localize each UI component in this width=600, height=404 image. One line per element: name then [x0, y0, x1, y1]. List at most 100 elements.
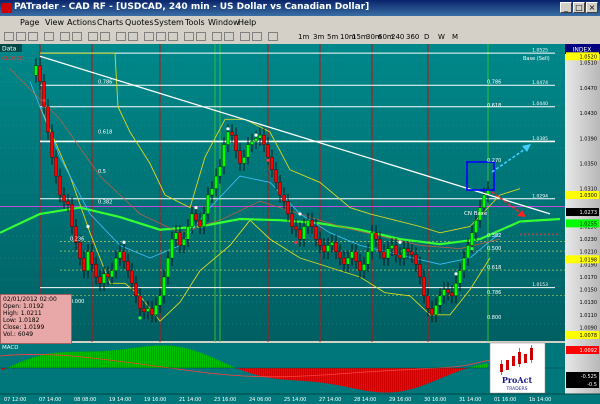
candle-body [442, 289, 446, 297]
macd-bar [398, 368, 400, 392]
order-icon[interactable] [240, 32, 250, 41]
bar-chart-icon[interactable] [144, 32, 154, 41]
macd-bar [454, 368, 456, 373]
macd-bar [90, 351, 92, 368]
account-icon[interactable] [252, 32, 262, 41]
macd-bar [136, 347, 138, 368]
candle-body [50, 131, 54, 158]
open-icon[interactable] [16, 32, 26, 41]
macd-bar [344, 368, 346, 387]
menu-page[interactable]: Page [20, 18, 39, 27]
macd-bar [164, 345, 166, 368]
new-chart-icon[interactable] [4, 32, 14, 41]
macd-bar [196, 351, 198, 368]
macd-bar [24, 360, 26, 368]
candle-body [106, 273, 110, 278]
maximize-button[interactable]: □ [573, 2, 585, 13]
macd-bar [26, 359, 28, 368]
timeframe-360[interactable]: 360 [406, 33, 419, 41]
timeframe-weekly[interactable]: W [438, 33, 445, 41]
fib-left-label: 0.000 [70, 299, 84, 305]
macd-bar [412, 368, 414, 389]
menu-window[interactable]: Window [208, 18, 240, 27]
price-axis-tick: 1.0090 [580, 325, 598, 331]
save-icon[interactable] [28, 32, 38, 41]
macd-bar [354, 368, 356, 389]
menu-view[interactable]: View [45, 18, 64, 27]
macd-bar [180, 347, 182, 368]
zoom-in-icon[interactable] [116, 32, 126, 41]
macd-bar [258, 368, 260, 376]
alert-icon[interactable] [212, 32, 222, 41]
macd-bar [262, 368, 264, 377]
indicator-icon[interactable] [184, 32, 194, 41]
macd-bar [336, 368, 338, 385]
swing-dot [254, 133, 258, 137]
candle-body [234, 134, 238, 152]
print-icon[interactable] [44, 32, 54, 41]
minimize-button[interactable]: _ [560, 2, 572, 13]
fib-right-label: 0.786 [487, 80, 501, 86]
settings-icon[interactable] [268, 32, 278, 41]
macd-bar [418, 368, 420, 387]
macd-bar [120, 349, 122, 368]
timeframe-daily[interactable]: D [424, 33, 429, 41]
menu-quotes[interactable]: Quotes [125, 18, 154, 27]
macd-bar [124, 349, 126, 368]
timeframe-5m[interactable]: 5m [327, 33, 338, 41]
macd-tag-label: -0.5 [587, 382, 597, 388]
timeframe-240[interactable]: 240 [391, 33, 404, 41]
zoom-out-icon[interactable] [128, 32, 138, 41]
macd-bar [34, 357, 36, 368]
candle-body [306, 220, 310, 227]
macd-bar [252, 368, 254, 374]
macd-bar [30, 358, 32, 368]
macd-bar [456, 368, 458, 372]
date-label: 25 14:00 [284, 397, 306, 403]
candle-body [258, 134, 262, 139]
macd-bar [184, 347, 186, 368]
macd-bar [176, 346, 178, 368]
candle-body [70, 204, 74, 227]
close-button[interactable]: × [586, 2, 598, 13]
macd-bar [218, 360, 220, 368]
news-icon[interactable] [224, 32, 234, 41]
candle-chart-icon[interactable] [156, 32, 166, 41]
menu-tools[interactable]: Tools [185, 18, 205, 27]
crosshair-icon[interactable] [72, 32, 82, 41]
macd-bar [96, 351, 98, 368]
swing-dot-red [294, 240, 298, 244]
line-tool-icon[interactable] [88, 32, 98, 41]
macd-bar [358, 368, 360, 390]
menu-charts[interactable]: Charts [97, 18, 123, 27]
price-tag-label: 1.0198 [580, 257, 598, 263]
menu-bar: Page View Actions Charts Quotes System T… [0, 16, 600, 30]
timeframe-3m[interactable]: 3m [313, 33, 324, 41]
macd-bar [172, 345, 174, 368]
macd-bar [406, 368, 408, 391]
cursor-icon[interactable] [60, 32, 70, 41]
menu-system[interactable]: System [154, 18, 184, 27]
template-icon[interactable] [196, 32, 206, 41]
price-axis-tick: 1.0130 [580, 300, 598, 306]
line-chart-icon[interactable] [168, 32, 178, 41]
candle-body [182, 238, 186, 246]
macd-bar [18, 362, 20, 368]
candle-body [362, 264, 366, 271]
macd-bar [442, 368, 444, 378]
candle-body [446, 289, 450, 293]
price-chart[interactable]: INDEX 1.05251.04741.04401.03851.02941.01… [0, 44, 600, 404]
candle-body [170, 238, 174, 259]
timeframe-1m[interactable]: 1m [298, 33, 309, 41]
macd-bar [240, 368, 242, 370]
macd-bar [420, 368, 422, 387]
macd-bar [126, 348, 128, 368]
macd-bar [82, 351, 84, 368]
macd-bar [20, 362, 22, 368]
menu-help[interactable]: Help [238, 18, 256, 27]
menu-actions[interactable]: Actions [67, 18, 96, 27]
timeframe-monthly[interactable]: M [452, 33, 458, 41]
macd-bar [430, 368, 432, 383]
fib-tool-icon[interactable] [100, 32, 110, 41]
macd-bar [66, 351, 68, 368]
